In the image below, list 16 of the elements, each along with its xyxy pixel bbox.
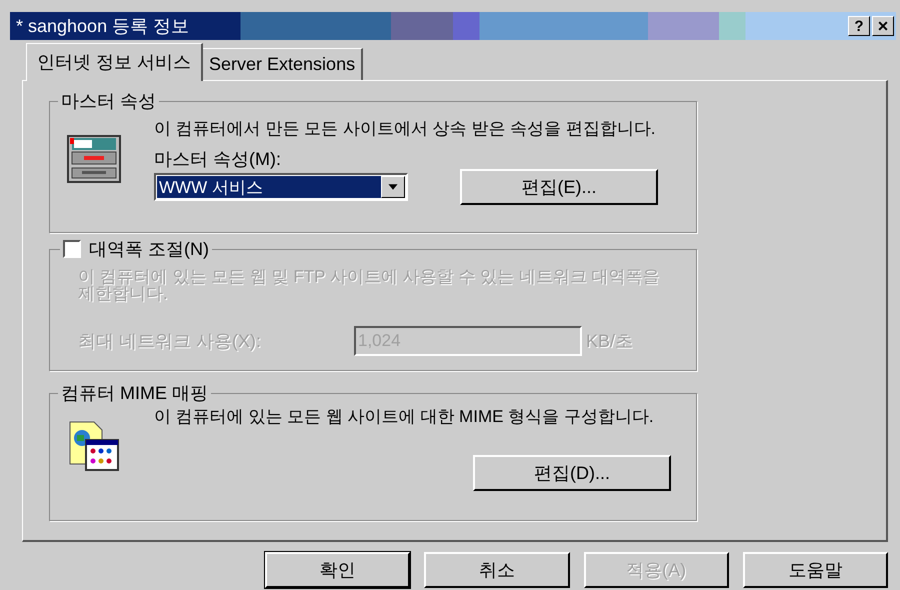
checkbox-label[interactable]: 대역폭 조절(N) <box>89 237 209 261</box>
checkbox[interactable] <box>63 240 81 258</box>
help-button[interactable]: ? <box>848 16 870 36</box>
edit-button[interactable]: 편집(D)... <box>473 455 671 491</box>
description-text: 이 컴퓨터에서 만든 모든 사이트에서 상속 받은 속성을 편집합니다. <box>154 120 657 137</box>
description-text: 이 컴퓨터에 있는 모든 웹 사이트에 대한 MIME 형식을 구성합니다. <box>154 408 654 425</box>
dialog-button[interactable]: 도움말 <box>742 552 888 588</box>
close-button[interactable]: × <box>872 16 894 36</box>
dialog-button[interactable]: 취소 <box>424 552 570 588</box>
tab[interactable]: 인터넷 정보 서비스 <box>26 43 204 81</box>
dialog-button[interactable]: 확인 <box>265 552 410 588</box>
field-label: 마스터 속성(M): <box>154 149 281 169</box>
window-title: * sanghoon 등록 정보 <box>15 14 190 38</box>
edit-button[interactable]: 편집(E)... <box>460 169 658 205</box>
tab[interactable]: Server Extensions <box>203 48 364 80</box>
dropdown[interactable]: WWW 서비스 <box>154 173 408 201</box>
